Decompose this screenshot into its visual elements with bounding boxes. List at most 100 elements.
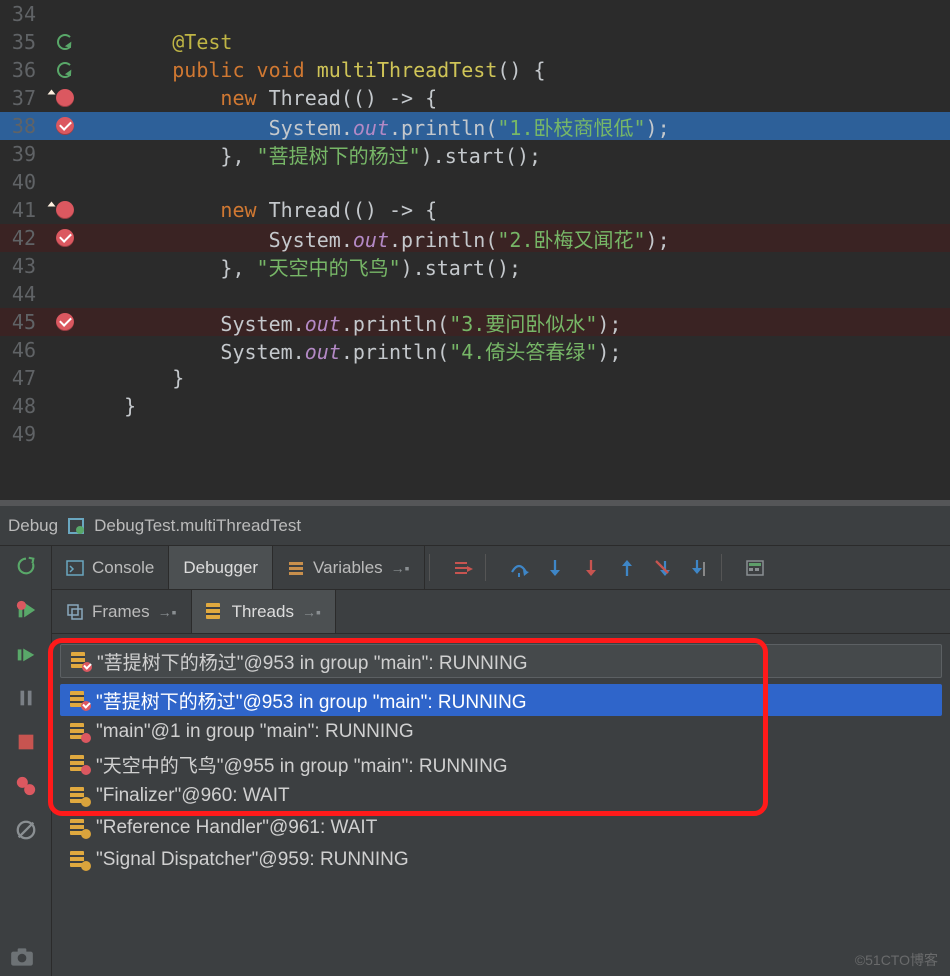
debug-session-icon (66, 516, 86, 536)
pause-button[interactable] (12, 684, 40, 712)
thread-icon (71, 652, 89, 670)
line-number: 39 (0, 142, 40, 166)
code-text: new Thread(() -> { (90, 198, 437, 222)
code-line[interactable]: 38 System.out.println("1.卧枝商恨低"); (0, 112, 950, 140)
breakpoint-lambda-icon[interactable] (56, 89, 74, 107)
thread-icon (70, 723, 88, 741)
code-line[interactable]: 39 }, "菩提树下的杨过").start(); (0, 140, 950, 168)
thread-icon (70, 691, 88, 709)
code-line[interactable]: 40 (0, 168, 950, 196)
code-line[interactable]: 35 @Test (0, 28, 950, 56)
debug-session-name: DebugTest.multiThreadTest (94, 516, 301, 536)
resume-button[interactable] (12, 596, 40, 624)
code-line[interactable]: 43 }, "天空中的飞鸟").start(); (0, 252, 950, 280)
view-breakpoints-button[interactable] (12, 772, 40, 800)
show-execution-point-button[interactable] (445, 546, 481, 589)
line-number: 45 (0, 310, 40, 334)
gutter[interactable] (40, 117, 90, 135)
evaluate-expression-button[interactable] (737, 546, 773, 589)
tab-variables[interactable]: Variables →▪ (273, 546, 425, 589)
thread-icon (70, 755, 88, 773)
code-text: System.out.println("3.要问卧似水"); (90, 308, 621, 337)
debug-tabs-bar: Console Debugger Variables →▪ (52, 546, 950, 590)
code-line[interactable]: 46 System.out.println("4.倚头答春绿"); (0, 336, 950, 364)
code-line[interactable]: 47 } (0, 364, 950, 392)
tab-frames[interactable]: Frames →▪ (52, 590, 192, 633)
step-out-button[interactable] (609, 546, 645, 589)
code-line[interactable]: 49 (0, 420, 950, 448)
code-text: }, "菩提树下的杨过").start(); (90, 140, 541, 169)
line-number: 44 (0, 282, 40, 306)
screenshot-icon[interactable] (6, 944, 38, 970)
gutter[interactable] (40, 313, 90, 331)
line-number: 38 (0, 114, 40, 138)
rerun-button[interactable] (12, 552, 40, 580)
stop-button[interactable] (12, 728, 40, 756)
drop-frame-button[interactable] (645, 546, 681, 589)
thread-label: "天空中的飞鸟"@955 in group "main": RUNNING (96, 751, 508, 778)
breakpoint-lambda-icon[interactable] (56, 201, 74, 219)
line-number: 47 (0, 366, 40, 390)
step-run-button[interactable] (12, 640, 40, 668)
thread-row[interactable]: "Reference Handler"@961: WAIT (60, 812, 942, 844)
code-line[interactable]: 42 System.out.println("2.卧梅又闻花"); (0, 224, 950, 252)
code-line[interactable]: 45 System.out.println("3.要问卧似水"); (0, 308, 950, 336)
thread-row[interactable]: "Finalizer"@960: WAIT (60, 780, 942, 812)
mute-breakpoints-button[interactable] (12, 816, 40, 844)
debug-label: Debug (8, 516, 58, 536)
thread-row[interactable]: "菩提树下的杨过"@953 in group "main": RUNNING (60, 684, 942, 716)
thread-label: "Signal Dispatcher"@959: RUNNING (96, 849, 409, 871)
code-line[interactable]: 48 } (0, 392, 950, 420)
tab-threads[interactable]: Threads →▪ (192, 590, 336, 633)
run-test-icon[interactable] (56, 61, 74, 79)
code-text: System.out.println("4.倚头答春绿"); (90, 336, 621, 365)
step-over-button[interactable] (501, 546, 537, 589)
code-line[interactable]: 41 new Thread(() -> { (0, 196, 950, 224)
thread-list[interactable]: "菩提树下的杨过"@953 in group "main": RUNNING "m… (60, 684, 942, 876)
code-line[interactable]: 36 public void multiThreadTest() { (0, 56, 950, 84)
thread-icon (70, 851, 88, 869)
tab-variables-label: Variables (313, 558, 383, 578)
code-text: } (90, 366, 184, 390)
code-line[interactable]: 34 (0, 0, 950, 28)
step-into-button[interactable] (537, 546, 573, 589)
tab-frames-label: Frames (92, 602, 150, 622)
tab-console[interactable]: Console (52, 546, 169, 589)
breakpoint-verified-icon[interactable] (56, 229, 74, 247)
tab-console-label: Console (92, 558, 154, 578)
code-line[interactable]: 37 new Thread(() -> { (0, 84, 950, 112)
gutter[interactable] (40, 33, 90, 51)
gutter[interactable] (40, 89, 90, 107)
debug-panel: Console Debugger Variables →▪ (0, 546, 950, 976)
line-number: 46 (0, 338, 40, 362)
tab-debugger[interactable]: Debugger (169, 546, 273, 589)
force-step-into-button[interactable] (573, 546, 609, 589)
gutter[interactable] (40, 229, 90, 247)
watermark-text: ©51CTO博客 (855, 950, 938, 970)
line-number: 42 (0, 226, 40, 250)
line-number: 49 (0, 422, 40, 446)
thread-icon (70, 819, 88, 837)
code-text: } (90, 394, 136, 418)
breakpoint-verified-icon[interactable] (56, 117, 74, 135)
thread-row[interactable]: "Signal Dispatcher"@959: RUNNING (60, 844, 942, 876)
gutter[interactable] (40, 61, 90, 79)
toolbar-separator (429, 554, 441, 581)
thread-selector-combo[interactable]: "菩提树下的杨过"@953 in group "main": RUNNING (60, 644, 942, 678)
pin-icon: →▪ (158, 604, 177, 620)
code-editor[interactable]: 3435 @Test36 public void multiThreadTest… (0, 0, 950, 500)
thread-row[interactable]: "天空中的飞鸟"@955 in group "main": RUNNING (60, 748, 942, 780)
breakpoint-verified-icon[interactable] (56, 313, 74, 331)
pin-icon: →▪ (302, 604, 321, 620)
run-test-icon[interactable] (56, 33, 74, 51)
debug-side-toolbar (0, 546, 52, 976)
toolbar-separator (485, 554, 497, 581)
toolbar-separator (721, 554, 733, 581)
thread-label: "main"@1 in group "main": RUNNING (96, 721, 414, 743)
code-text: System.out.println("1.卧枝商恨低"); (90, 112, 670, 141)
gutter[interactable] (40, 201, 90, 219)
line-number: 48 (0, 394, 40, 418)
run-to-cursor-button[interactable] (681, 546, 717, 589)
code-line[interactable]: 44 (0, 280, 950, 308)
thread-row[interactable]: "main"@1 in group "main": RUNNING (60, 716, 942, 748)
